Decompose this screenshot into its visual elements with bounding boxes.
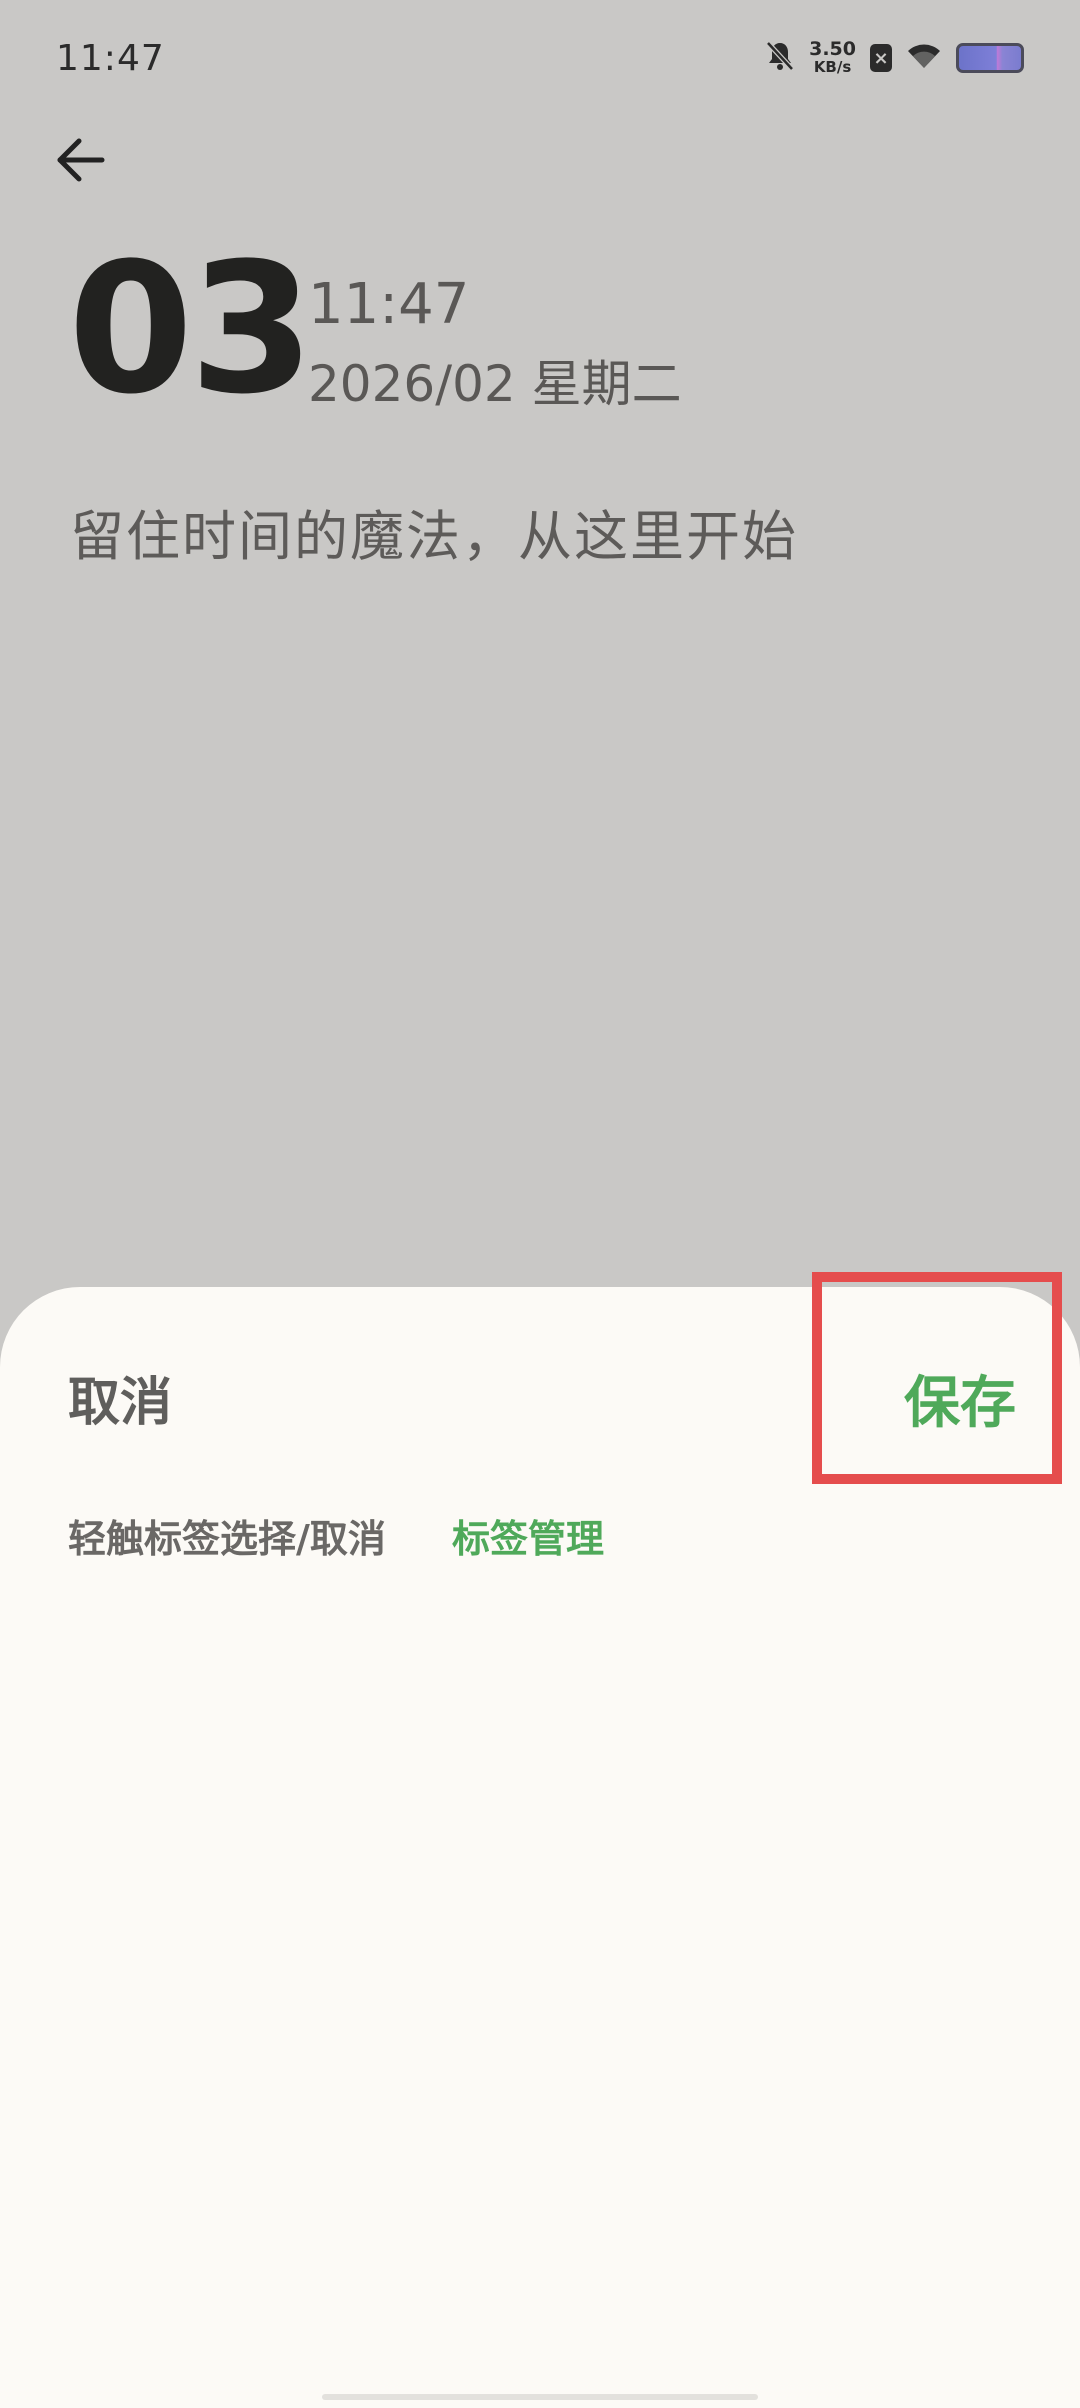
entry-date: 2026/02 星期二 xyxy=(308,355,682,413)
status-time: 11:47 xyxy=(56,38,165,79)
day-number: 03 xyxy=(68,225,314,434)
status-bar: 11:47 3.50 KB/s × xyxy=(0,0,1080,120)
status-icons: 3.50 KB/s × xyxy=(765,40,1024,76)
wifi-icon xyxy=(906,42,942,74)
home-indicator[interactable] xyxy=(322,2394,758,2400)
network-speed: 3.50 KB/s xyxy=(809,38,856,77)
entry-time: 11:47 xyxy=(308,272,470,337)
network-speed-value: 3.50 xyxy=(809,38,856,60)
sim-x-icon: × xyxy=(870,44,892,72)
bell-off-icon xyxy=(765,40,795,76)
save-button[interactable]: 保存 xyxy=(904,1358,1016,1439)
battery-icon xyxy=(956,43,1024,73)
arrow-left-icon xyxy=(57,138,105,182)
tag-hint-text: 轻触标签选择/取消 xyxy=(68,1517,386,1561)
screen: 11:47 3.50 KB/s × 03 11:47 2026/02 星期二 留… xyxy=(0,0,1080,2408)
cancel-button[interactable]: 取消 xyxy=(68,1360,172,1435)
tag-bottom-sheet xyxy=(0,1287,1080,2408)
network-speed-unit: KB/s xyxy=(813,58,852,76)
back-button[interactable] xyxy=(50,130,110,190)
slogan-placeholder[interactable]: 留住时间的魔法，从这里开始 xyxy=(70,492,798,571)
tag-manage-link[interactable]: 标签管理 xyxy=(452,1508,604,1563)
